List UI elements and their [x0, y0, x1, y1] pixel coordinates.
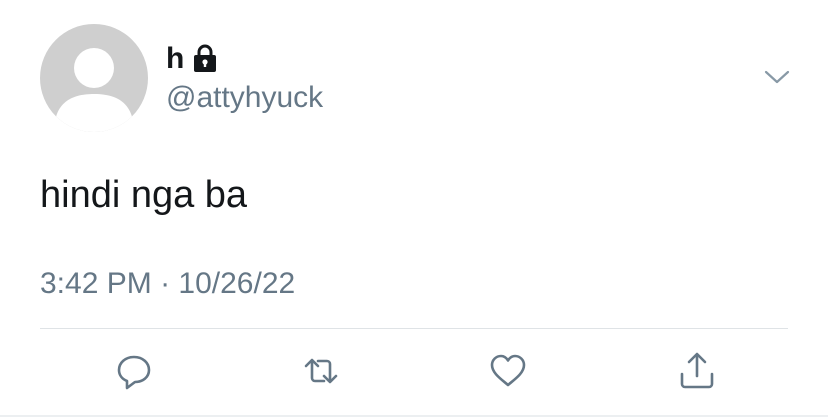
tweet-date: 10/26/22: [178, 267, 296, 300]
divider: [40, 328, 788, 329]
like-button[interactable]: [487, 350, 529, 392]
tweet-card: h @attyhyuck hindi nga ba 3:42 PM · 10/2…: [0, 0, 828, 417]
chevron-down-icon[interactable]: [762, 66, 792, 88]
retweet-button[interactable]: [300, 350, 342, 392]
author-name-row: h: [166, 42, 218, 76]
retweet-icon: [304, 358, 338, 384]
avatar[interactable]: [40, 24, 148, 132]
display-name[interactable]: h: [166, 42, 184, 76]
share-icon: [680, 352, 714, 389]
meta-separator: ·: [160, 267, 171, 300]
reply-button[interactable]: [113, 350, 155, 392]
share-button[interactable]: [676, 350, 718, 392]
author-handle[interactable]: @attyhyuck: [166, 80, 323, 116]
tweet-text: hindi nga ba: [40, 174, 248, 216]
heart-icon: [490, 354, 526, 387]
tweet-timestamp[interactable]: 3:42 PM · 10/26/22: [40, 264, 295, 304]
default-avatar-icon: [54, 48, 134, 132]
lock-icon: [192, 44, 218, 74]
tweet-time: 3:42 PM: [40, 267, 152, 300]
reply-icon: [117, 355, 151, 390]
